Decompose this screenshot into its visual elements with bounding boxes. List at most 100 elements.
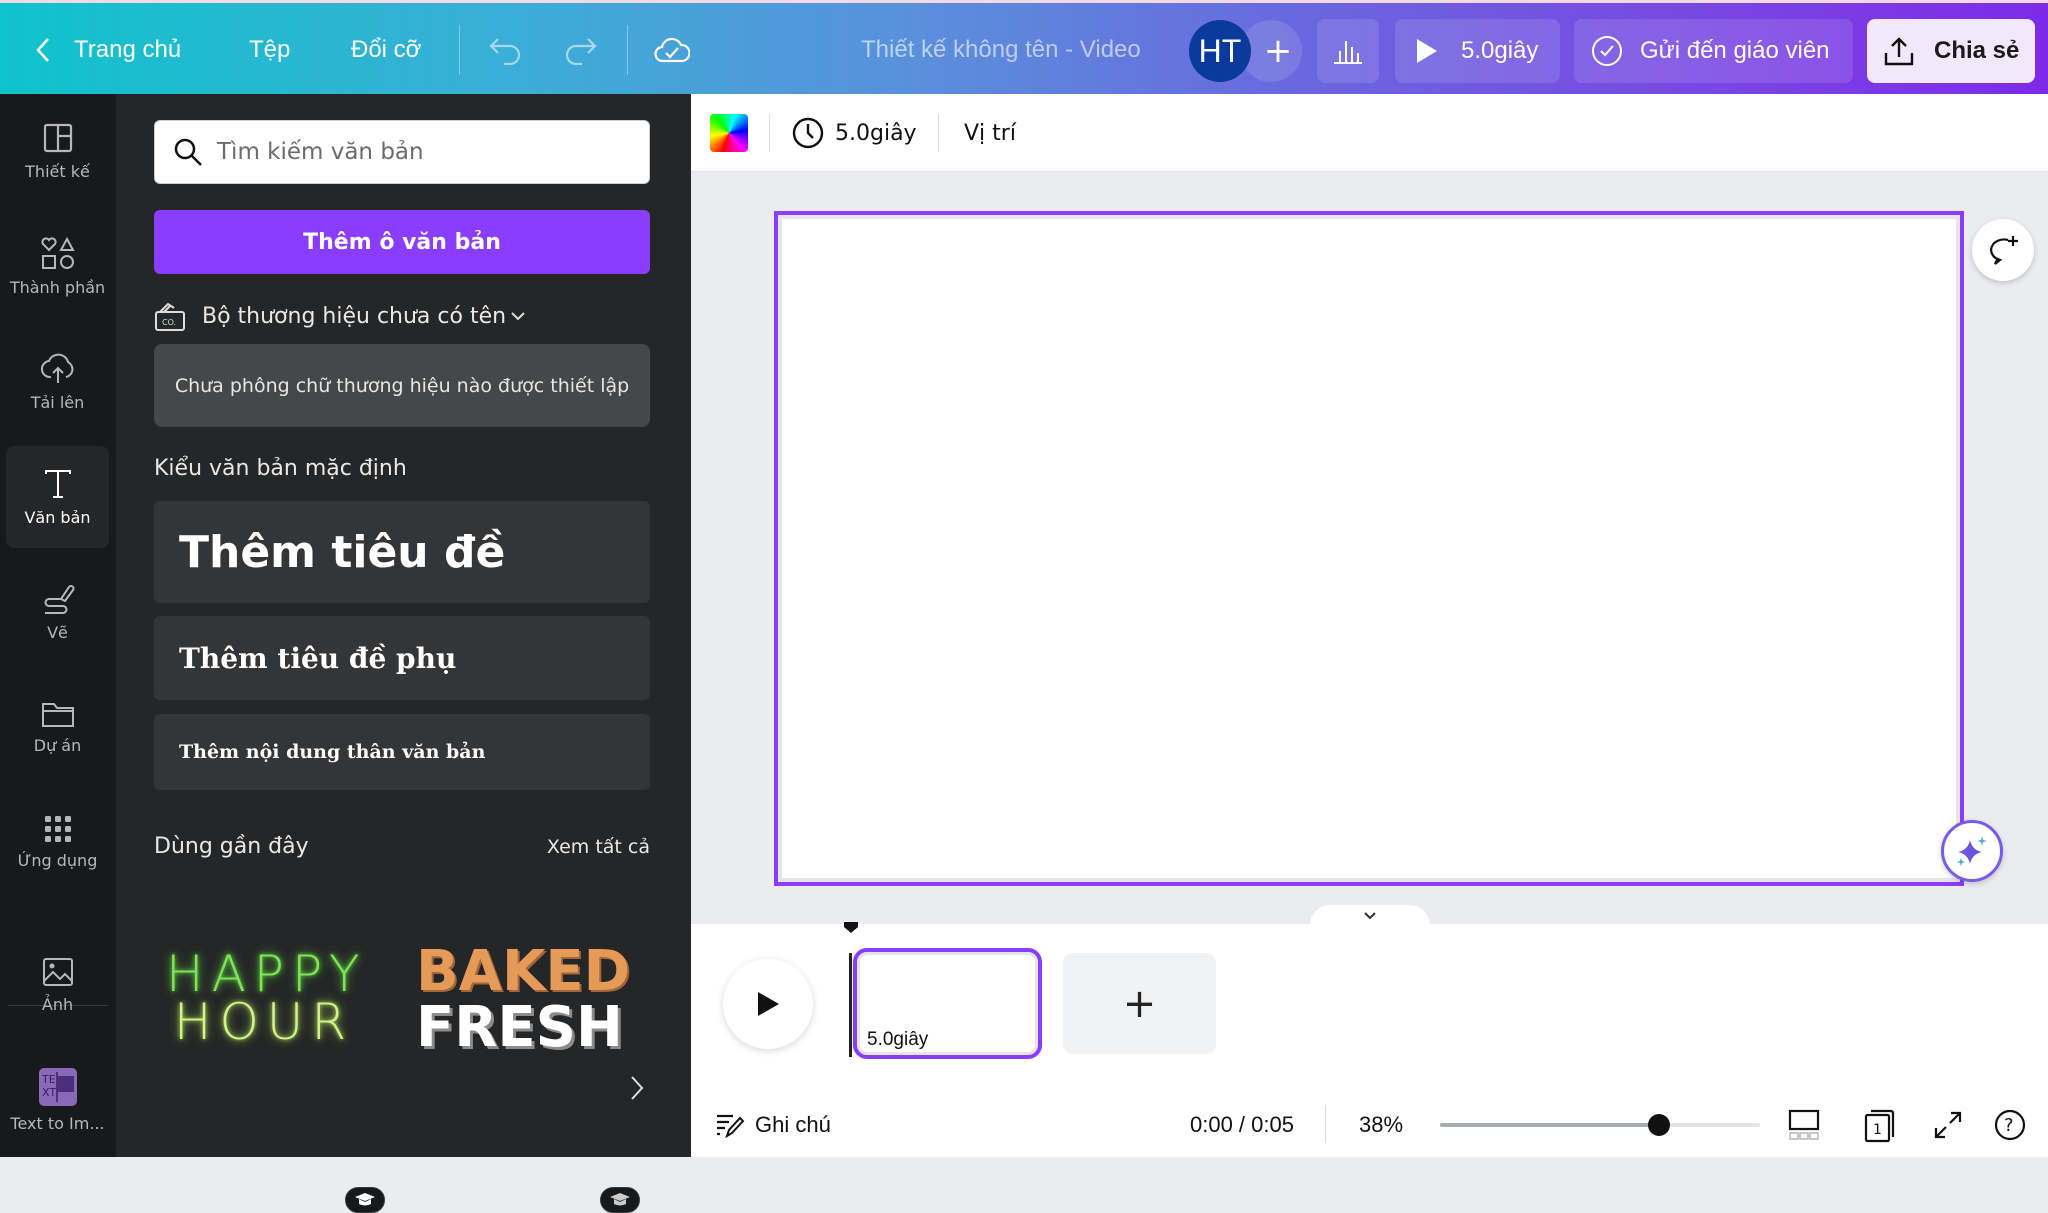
top-bar: Trang chủ Tệp Đổi cỡ Thiết kế không tên …: [0, 0, 2048, 94]
grid-view-button[interactable]: [1788, 1105, 1820, 1145]
comment-add-icon: [1990, 236, 2018, 265]
plus-icon: +: [1122, 980, 1157, 1027]
chevron-left-icon: [36, 38, 49, 62]
insights-button[interactable]: [1317, 19, 1379, 83]
svg-text:1: 1: [1873, 1122, 1882, 1138]
rail-label: Tải lên: [30, 392, 85, 412]
design-canvas[interactable]: [774, 211, 1964, 886]
save-status-button[interactable]: [654, 3, 690, 97]
collapse-timeline-button[interactable]: [1310, 905, 1430, 927]
zoom-slider[interactable]: [1440, 1114, 1760, 1136]
add-textbox-button[interactable]: Thêm ô văn bản: [154, 210, 650, 274]
rail-label: Vẽ: [47, 622, 68, 642]
image-icon: [42, 957, 73, 986]
rail-label: Văn bản: [24, 507, 91, 527]
fullscreen-button[interactable]: [1933, 1105, 1963, 1145]
chevron-right-icon: [631, 1076, 644, 1100]
rail-item-text-to-image[interactable]: TE XT Text to Im...: [6, 1049, 109, 1151]
present-button[interactable]: 5.0giây: [1395, 19, 1560, 83]
undo-button[interactable]: [488, 3, 524, 97]
add-body-text-button[interactable]: Thêm nội dung thân văn bản: [154, 714, 650, 790]
notes-button[interactable]: Ghi chú: [715, 1105, 831, 1145]
text-icon: [44, 469, 71, 498]
zoom-percent[interactable]: 38%: [1359, 1105, 1403, 1145]
zoom-slider-thumb[interactable]: [1648, 1114, 1670, 1136]
rail-item-photos[interactable]: Ảnh: [6, 934, 109, 1036]
brand-kit-selector[interactable]: CO. Bộ thương hiệu chưa có tên: [154, 292, 526, 340]
file-menu[interactable]: Tệp: [249, 3, 290, 97]
notes-label: Ghi chú: [755, 1112, 831, 1137]
add-subheading-button[interactable]: Thêm tiêu đề phụ: [154, 616, 650, 700]
scene-thumbnail[interactable]: 5.0giây: [853, 948, 1042, 1059]
folder-icon: [41, 702, 74, 727]
carousel-next-button[interactable]: [630, 1074, 644, 1109]
add-heading-button[interactable]: Thêm tiêu đề: [154, 501, 650, 603]
rail-label: Dự án: [33, 735, 82, 755]
pages-button[interactable]: 1: [1863, 1105, 1899, 1145]
chevron-down-icon: [1364, 912, 1376, 920]
rail-item-draw[interactable]: Vẽ: [6, 561, 109, 663]
redo-icon: [565, 38, 597, 65]
divider: [459, 25, 460, 75]
design-title[interactable]: Thiết kế không tên - Video: [861, 3, 1141, 97]
playhead-marker-icon[interactable]: [842, 920, 860, 934]
send-to-teacher-label: Gửi đến giáo viên: [1640, 37, 1830, 64]
text-to-image-icon: TEXT: [38, 1067, 77, 1106]
play-button[interactable]: [723, 959, 813, 1049]
svg-text:?: ?: [2004, 1115, 2014, 1136]
share-button[interactable]: Chia sẻ: [1867, 19, 2035, 83]
resize-menu[interactable]: Đổi cỡ: [351, 3, 421, 97]
background-color-button[interactable]: [710, 94, 748, 172]
add-comment-button[interactable]: [1972, 219, 2034, 281]
rail-label: Ảnh: [41, 994, 74, 1014]
rail-item-apps[interactable]: Ứng dụng: [6, 791, 109, 893]
recent-preset-baked-fresh[interactable]: BAKED FRESH: [416, 939, 631, 1056]
position-button[interactable]: Vị trí: [964, 94, 1016, 172]
preset-line: BAKED: [416, 939, 631, 1004]
left-rail: Thiết kế Thành phần Tải lên Văn bản Vẽ D…: [0, 94, 116, 1157]
playhead[interactable]: [849, 953, 852, 1057]
elements-icon: [40, 236, 75, 269]
home-button[interactable]: Trang chủ: [34, 3, 181, 97]
context-toolbar: 5.0giây Vị trí: [691, 94, 2048, 172]
duration-button[interactable]: 5.0giây: [791, 94, 917, 172]
recent-preset-happy-hour[interactable]: HAPPY HOUR: [166, 945, 368, 1051]
redo-button[interactable]: [562, 3, 598, 97]
svg-text:CO.: CO.: [162, 318, 176, 327]
add-scene-button[interactable]: +: [1063, 953, 1216, 1054]
preset-line: HAPPY: [166, 945, 368, 1003]
help-button[interactable]: ?: [1993, 1105, 2027, 1145]
rail-item-projects[interactable]: Dự án: [6, 676, 109, 778]
text-panel: Thêm ô văn bản CO. Bộ thương hiệu chưa c…: [116, 94, 691, 1213]
rail-label: Thành phần: [9, 277, 106, 297]
search-input[interactable]: [217, 139, 637, 165]
rail-item-design[interactable]: Thiết kế: [6, 100, 109, 202]
duration-label: 5.0giây: [835, 120, 917, 146]
send-to-teacher-button[interactable]: Gửi đến giáo viên: [1574, 19, 1853, 83]
play-icon: [758, 992, 779, 1016]
rail-item-elements[interactable]: Thành phần: [6, 215, 109, 317]
brand-fonts-note: Chưa phông chữ thương hiệu nào được thiế…: [154, 344, 650, 427]
default-styles-title: Kiểu văn bản mặc định: [154, 456, 407, 481]
rail-item-text[interactable]: Văn bản: [6, 446, 109, 548]
pages-icon: 1: [1864, 1109, 1895, 1143]
help-icon: ?: [1994, 1109, 2026, 1141]
svg-text:TE: TE: [41, 1073, 56, 1086]
home-label: Trang chủ: [74, 36, 182, 63]
graduation-cap-icon: [355, 1193, 375, 1206]
zoom-slider-fill: [1440, 1123, 1659, 1127]
check-circle-icon: [1592, 36, 1622, 66]
recent-title: Dùng gần đây: [154, 834, 309, 859]
avatar[interactable]: HT: [1189, 20, 1251, 82]
draw-icon: [44, 584, 74, 614]
divider: [938, 114, 939, 152]
search-box[interactable]: [154, 120, 650, 184]
bar-chart-icon: [1334, 41, 1362, 64]
rail-item-uploads[interactable]: Tải lên: [6, 330, 109, 432]
magic-assistant-button[interactable]: [1941, 820, 2003, 882]
playback-time: 0:00 / 0:05: [1190, 1112, 1294, 1137]
preset-line: HOUR: [173, 993, 355, 1051]
graduation-cap-icon: [610, 1193, 630, 1206]
see-all-link[interactable]: Xem tất cả: [547, 836, 650, 858]
premium-badge: [600, 1187, 640, 1213]
